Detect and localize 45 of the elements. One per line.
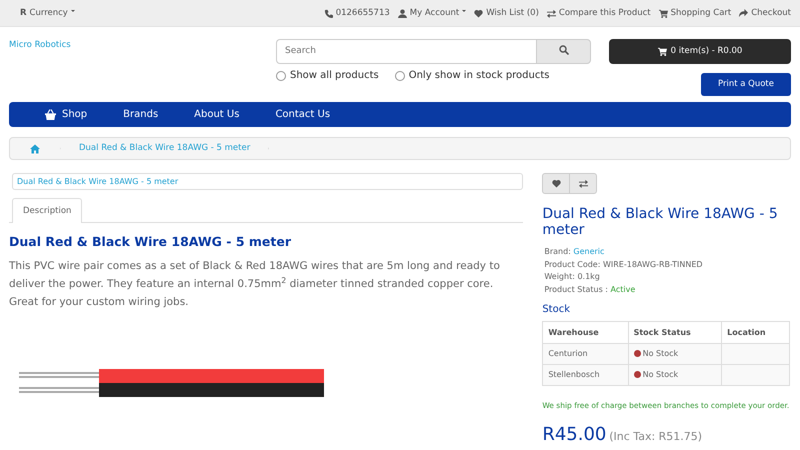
compare-link[interactable]: Compare this Product xyxy=(546,6,651,20)
home-icon xyxy=(30,144,40,154)
price-inc-tax: (Inc Tax: R51.75) xyxy=(609,430,702,444)
exchange-icon xyxy=(546,8,556,18)
tab[interactable]: Description xyxy=(12,198,82,223)
table-cell: No Stock xyxy=(642,370,678,379)
product-detail: Brand: Generic xyxy=(543,246,606,258)
radio-option[interactable]: Show all products xyxy=(276,68,379,83)
product-detail: Product Code: WIRE-18AWG-RB-TINNED xyxy=(543,258,704,270)
product-detail: Weight: 0.1kg xyxy=(543,271,601,283)
menu-item[interactable]: About Us xyxy=(176,107,258,122)
cart-icon xyxy=(658,47,667,56)
column-header: Stock Status xyxy=(628,322,722,344)
cart-icon xyxy=(658,8,668,18)
phone-icon xyxy=(324,8,333,18)
basket-icon xyxy=(45,109,56,120)
table-cell: No Stock xyxy=(642,349,678,358)
product-title: Dual Red & Black Wire 18AWG - 5 meter xyxy=(542,206,779,238)
radio-option[interactable]: Only show in stock products xyxy=(394,68,550,83)
search-icon xyxy=(558,45,568,56)
wishlist-link[interactable]: Wish List (0) xyxy=(474,6,539,20)
currency-dropdown[interactable]: R Currency xyxy=(20,6,75,20)
search-field[interactable]: Search xyxy=(276,39,536,64)
exchange-icon xyxy=(578,179,588,188)
table-cell: Stellenbosch xyxy=(542,364,628,386)
menu-item[interactable]: Contact Us xyxy=(257,107,348,122)
user-icon xyxy=(398,8,407,18)
search-button[interactable] xyxy=(536,39,591,64)
column-header: Warehouse xyxy=(542,322,628,344)
cart-link[interactable]: Shopping Cart xyxy=(658,6,732,20)
heart-icon xyxy=(474,8,484,18)
product-detail: Product Status : Active xyxy=(543,284,636,296)
menu-item[interactable]: Shop xyxy=(27,107,106,122)
heart-icon xyxy=(552,179,561,188)
description-title: Dual Red & Black Wire 18AWG - 5 meter xyxy=(9,233,292,251)
description-text: This PVC wire pair comes as a set of Black & Red 18AWG wires that are 5m long and ready to deliver the power. They feature an internal 0.75mm$^{2}$ diameter tinned stranded copper core. Great for your custom wiring jobs. xyxy=(9,258,501,310)
account-link[interactable]: My Account xyxy=(398,6,466,20)
print-quote-button[interactable]: Print a Quote xyxy=(701,73,791,96)
cart-button[interactable]: 0 item(s) - R0.00 xyxy=(609,39,791,64)
share-icon xyxy=(739,8,748,18)
stock-heading: Stock xyxy=(542,303,572,317)
checkout-link[interactable]: Checkout xyxy=(739,6,791,20)
menu-item[interactable]: Brands xyxy=(105,107,176,122)
phone-link[interactable]: 0126655713 xyxy=(324,6,390,20)
price: R45.00 xyxy=(542,424,606,446)
